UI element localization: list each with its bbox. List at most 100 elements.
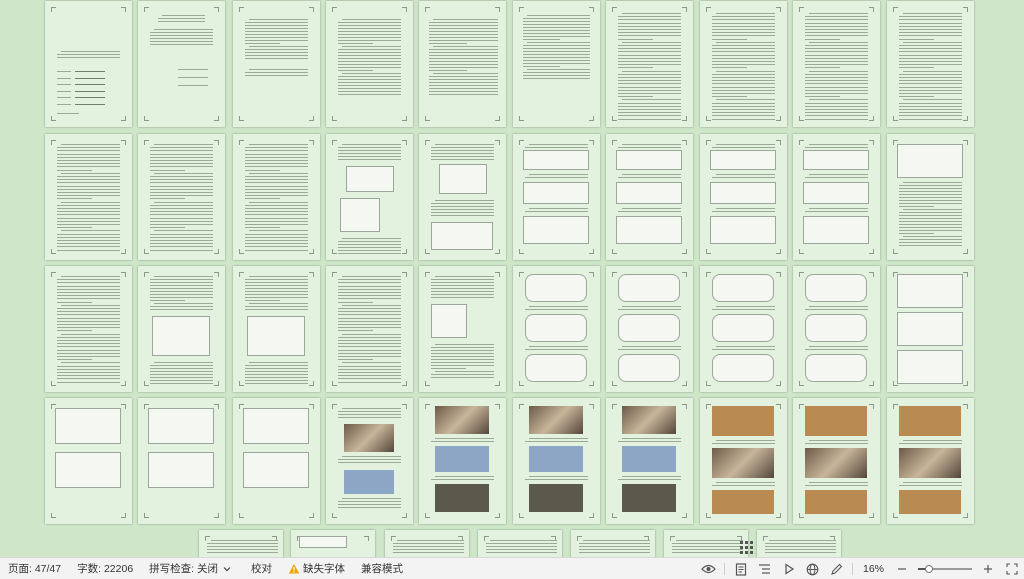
page-thumbnail[interactable] — [419, 266, 506, 392]
page-thumbnail[interactable] — [793, 134, 880, 260]
page-indicator[interactable]: 页面: 47/47 — [0, 558, 69, 579]
document-canvas[interactable] — [0, 0, 1024, 557]
page-thumbnail[interactable] — [138, 398, 225, 524]
page-thumbnail[interactable] — [291, 530, 375, 557]
text-line — [338, 67, 401, 68]
spellcheck-toggle[interactable]: 拼写检查: 关闭 — [141, 558, 243, 579]
text-line — [805, 93, 868, 94]
page-thumbnail[interactable] — [606, 266, 693, 392]
page-thumbnail[interactable] — [419, 398, 506, 524]
crop-mark — [519, 116, 524, 121]
text-line — [618, 441, 681, 442]
page-thumbnail[interactable] — [757, 530, 841, 557]
crop-mark — [682, 513, 687, 518]
proofread-button[interactable]: 校对 — [243, 558, 280, 579]
page-thumbnail[interactable] — [700, 134, 787, 260]
page-thumbnail[interactable] — [664, 530, 748, 557]
page-thumbnail[interactable] — [326, 266, 413, 392]
page-thumbnail[interactable] — [606, 1, 693, 127]
page-thumbnail[interactable] — [138, 266, 225, 392]
text-line — [805, 57, 868, 59]
missing-fonts-button[interactable]: 缺失字体 — [280, 558, 353, 579]
fullscreen-button[interactable] — [1000, 558, 1024, 579]
page-thumbnail[interactable] — [887, 266, 974, 392]
text-line — [61, 144, 120, 145]
page-thumbnail[interactable] — [513, 134, 600, 260]
text-line — [809, 13, 868, 14]
zoom-in-button[interactable] — [976, 558, 1000, 579]
text-line — [899, 67, 934, 69]
text-line — [245, 55, 308, 56]
outline-view-button[interactable] — [753, 558, 777, 579]
page-thumbnail[interactable] — [385, 530, 469, 557]
text-line — [712, 96, 747, 98]
table-figure — [897, 312, 963, 346]
text-line — [431, 212, 494, 213]
text-line — [903, 236, 962, 237]
web-layout-button[interactable] — [801, 558, 825, 579]
text-line — [712, 93, 775, 94]
page-thumbnail[interactable] — [233, 1, 320, 127]
page-thumbnail[interactable] — [571, 530, 655, 557]
text-line — [716, 346, 775, 347]
zoom-out-button[interactable] — [890, 558, 914, 579]
text-line — [899, 215, 962, 216]
word-count[interactable]: 字数: 22206 — [69, 558, 141, 579]
text-line — [523, 39, 560, 40]
text-line — [57, 227, 92, 229]
page-thumbnail[interactable] — [793, 1, 880, 127]
page-thumbnail[interactable] — [513, 1, 600, 127]
page-thumbnail[interactable] — [793, 398, 880, 524]
page-view-button[interactable] — [729, 558, 753, 579]
divider — [721, 558, 729, 579]
text-line — [57, 327, 120, 329]
page-thumbnail[interactable] — [700, 266, 787, 392]
page-thumbnail[interactable] — [233, 134, 320, 260]
page-thumbnail[interactable] — [326, 134, 413, 260]
text-line — [150, 377, 213, 378]
page-thumbnail[interactable] — [199, 530, 283, 557]
page-thumbnail[interactable] — [606, 134, 693, 260]
page-thumbnail[interactable] — [887, 398, 974, 524]
text-line — [805, 29, 868, 30]
text-line — [899, 48, 962, 50]
page-thumbnail[interactable] — [138, 1, 225, 127]
page-thumbnail[interactable] — [887, 1, 974, 127]
compat-mode[interactable]: 兼容模式 — [353, 558, 411, 579]
eye-protection-button[interactable] — [697, 558, 721, 579]
page-thumbnail[interactable] — [793, 266, 880, 392]
zoom-slider-handle[interactable] — [924, 565, 933, 573]
page-thumbnail[interactable] — [700, 398, 787, 524]
text-line — [57, 147, 120, 149]
page-thumbnail[interactable] — [419, 134, 506, 260]
page-thumbnail[interactable] — [419, 1, 506, 127]
text-line — [523, 75, 590, 76]
crop-mark — [144, 116, 149, 121]
page-thumbnail[interactable] — [45, 1, 132, 127]
text-line — [245, 198, 280, 200]
page-grid-icon[interactable] — [738, 539, 754, 555]
page-thumbnail[interactable] — [138, 134, 225, 260]
zoom-slider[interactable] — [918, 565, 972, 573]
page-thumbnail[interactable] — [478, 530, 562, 557]
zoom-level-label: 16% — [862, 563, 884, 575]
page-thumbnail[interactable] — [326, 398, 413, 524]
zoom-level[interactable]: 16% — [857, 558, 890, 579]
page-thumbnail[interactable] — [45, 134, 132, 260]
page-thumbnail[interactable] — [513, 398, 600, 524]
page-thumbnail[interactable] — [45, 398, 132, 524]
page-thumbnail[interactable] — [45, 266, 132, 392]
text-line — [154, 201, 213, 203]
page-thumbnail[interactable] — [513, 266, 600, 392]
page-thumbnail[interactable] — [606, 398, 693, 524]
page-thumbnail[interactable] — [233, 398, 320, 524]
play-button[interactable] — [777, 558, 801, 579]
page-thumbnail[interactable] — [887, 134, 974, 260]
write-mode-button[interactable] — [825, 558, 849, 579]
crop-mark — [519, 404, 524, 409]
crop-mark — [121, 513, 126, 518]
page-thumbnail[interactable] — [700, 1, 787, 127]
text-line — [150, 291, 213, 292]
page-thumbnail[interactable] — [326, 1, 413, 127]
page-thumbnail[interactable] — [233, 266, 320, 392]
